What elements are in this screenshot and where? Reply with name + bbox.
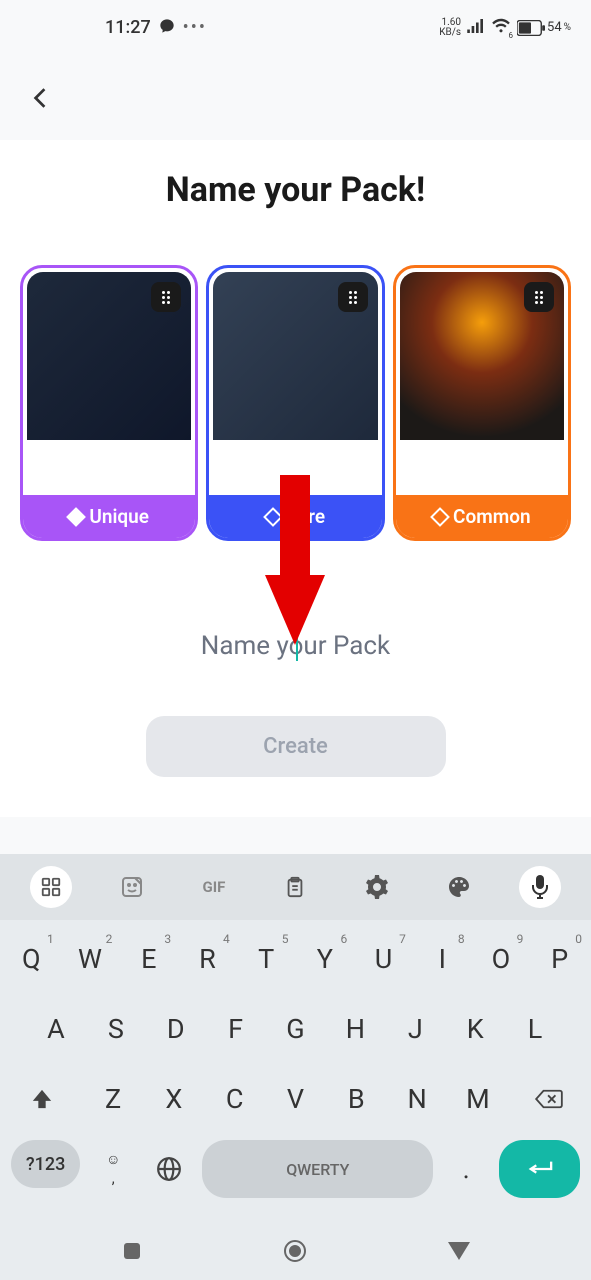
key-i[interactable]: I8 [414,930,471,988]
key-a[interactable]: A [27,1000,85,1058]
key-u[interactable]: U7 [355,930,412,988]
keyboard-row-3: ZXCVBNM [3,1070,588,1128]
card-rarity-label: Unique [23,495,195,538]
text-cursor [296,629,298,661]
key-k[interactable]: K [446,1000,504,1058]
status-bar: 11:27 ••• 1.60 KB/s 6 54% [0,0,591,55]
status-right: 1.60 KB/s 6 54% [439,18,571,38]
key-z[interactable]: Z [84,1070,143,1128]
gif-button[interactable]: GIF [193,866,235,908]
cards-row: Unique Rare [20,265,571,541]
card-rarity-label: Common [396,495,568,538]
chat-icon [159,18,175,38]
key-b[interactable]: B [327,1070,386,1128]
card-image [213,272,377,440]
more-dots-icon: ••• [183,17,207,38]
backspace-key[interactable] [509,1070,588,1128]
diamond-icon [66,507,86,527]
keyboard-row-1: Q1W2E3R4T5Y6U7I8O9P0 [3,930,588,988]
drag-handle-icon[interactable] [338,282,368,312]
wifi-icon: 6 [491,18,511,38]
key-m[interactable]: M [449,1070,508,1128]
clipboard-icon[interactable] [274,866,316,908]
card-common[interactable]: Common [393,265,571,541]
back-button[interactable] [20,78,60,118]
card-image [400,272,564,440]
battery-icon: 54% [517,20,571,36]
palette-icon[interactable] [438,866,480,908]
space-key[interactable]: QWERTY [202,1140,433,1198]
key-y[interactable]: Y6 [297,930,354,988]
key-g[interactable]: G [267,1000,325,1058]
network-speed: 1.60 KB/s [439,18,461,38]
keyboard-row-2: ASDFGHJKL [3,1000,588,1058]
key-w[interactable]: W2 [62,930,119,988]
key-c[interactable]: C [205,1070,264,1128]
system-nav-bar [0,1222,591,1280]
diamond-icon [263,507,283,527]
drag-handle-icon[interactable] [151,282,181,312]
main-content: Name your Pack! Unique [0,140,591,817]
diamond-icon [430,507,450,527]
status-left: 11:27 ••• [20,17,207,38]
key-v[interactable]: V [266,1070,325,1128]
recent-apps-button[interactable] [112,1231,152,1271]
emoji-key[interactable]: ☺ , [90,1140,136,1198]
create-button[interactable]: Create [146,716,446,777]
keyboard: GIF Q1W2E3R4T5Y6U7I8O9P0 ASDFGHJKL ZXCVB… [0,854,591,1222]
keyboard-toolbar: GIF [0,866,591,920]
apps-icon[interactable] [30,866,72,908]
card-unique[interactable]: Unique [20,265,198,541]
keyboard-keys: Q1W2E3R4T5Y6U7I8O9P0 ASDFGHJKL ZXCVBNM ?… [0,920,591,1222]
nav-bar [0,55,591,140]
back-nav-button[interactable] [439,1231,479,1271]
key-s[interactable]: S [87,1000,145,1058]
key-d[interactable]: D [147,1000,205,1058]
key-n[interactable]: N [388,1070,447,1128]
enter-key[interactable] [499,1140,580,1198]
key-e[interactable]: E3 [120,930,177,988]
key-p[interactable]: P0 [531,930,588,988]
key-j[interactable]: J [386,1000,444,1058]
key-r[interactable]: R4 [179,930,236,988]
home-button[interactable] [275,1231,315,1271]
key-t[interactable]: T5 [238,930,295,988]
shift-key[interactable] [3,1070,82,1128]
input-area [20,621,571,671]
page-title: Name your Pack! [20,170,571,210]
key-h[interactable]: H [326,1000,384,1058]
drag-handle-icon[interactable] [524,282,554,312]
key-f[interactable]: F [207,1000,265,1058]
key-q[interactable]: Q1 [3,930,60,988]
sticker-icon[interactable] [111,866,153,908]
status-time: 11:27 [20,17,151,38]
signal-icon [467,19,485,37]
card-rarity-label: Rare [209,495,381,538]
period-key[interactable]: . [443,1140,489,1198]
gear-icon[interactable] [356,866,398,908]
card-rare[interactable]: Rare [206,265,384,541]
keyboard-row-4: ?123 ☺ , QWERTY . [3,1140,588,1202]
symbols-key[interactable]: ?123 [11,1140,80,1188]
globe-key[interactable] [146,1140,192,1198]
card-image [27,272,191,440]
key-o[interactable]: O9 [473,930,530,988]
key-x[interactable]: X [144,1070,203,1128]
mic-icon[interactable] [519,866,561,908]
key-l[interactable]: L [506,1000,564,1058]
